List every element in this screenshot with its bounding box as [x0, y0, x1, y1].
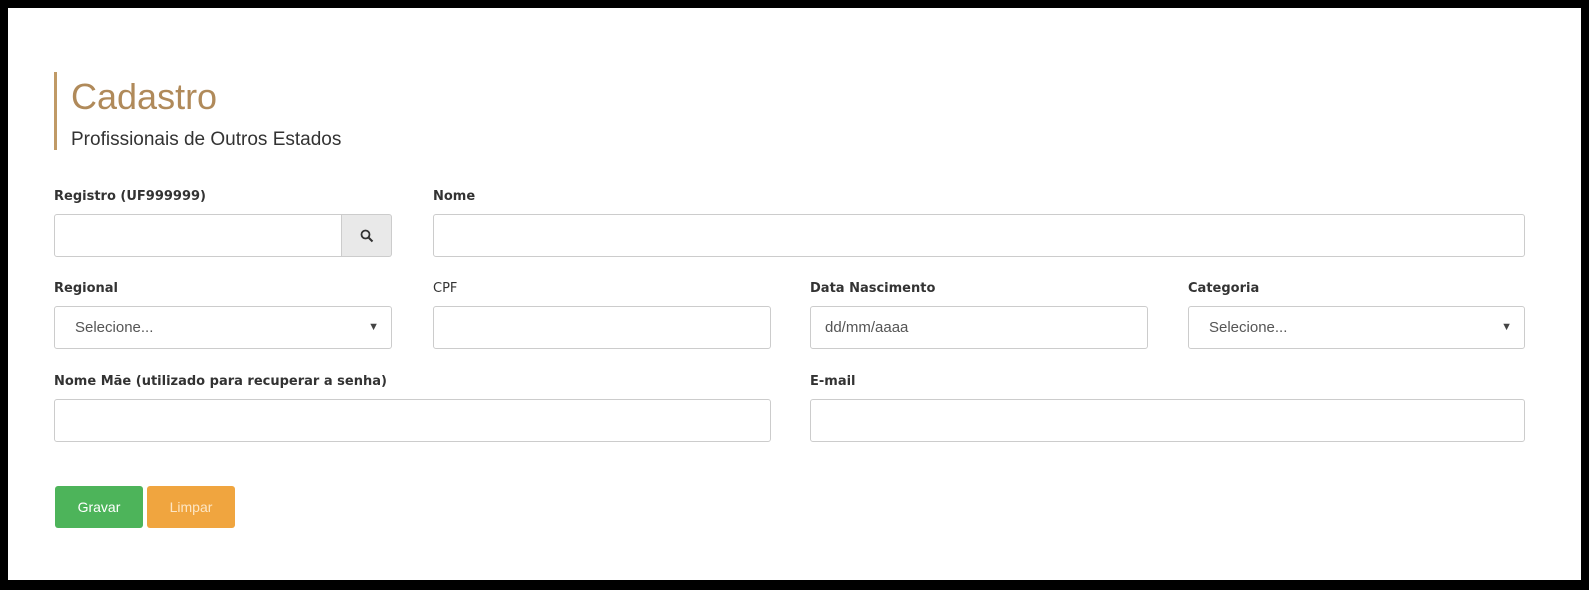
search-icon	[360, 229, 373, 242]
gravar-button[interactable]: Gravar	[55, 486, 143, 528]
categoria-select[interactable]: Selecione... ▼	[1188, 306, 1525, 349]
categoria-label: Categoria	[1188, 281, 1260, 296]
nome-mae-input[interactable]	[54, 399, 771, 442]
page-title: Cadastro	[71, 76, 218, 117]
categoria-selected-value: Selecione...	[1209, 319, 1288, 336]
registro-input[interactable]	[54, 214, 342, 257]
page-subtitle: Profissionais de Outros Estados	[71, 129, 342, 150]
nome-input[interactable]	[433, 214, 1525, 257]
registro-label: Registro (UF999999)	[54, 189, 207, 204]
regional-select[interactable]: Selecione... ▼	[54, 306, 392, 349]
caret-down-icon: ▼	[368, 321, 379, 333]
email-input[interactable]	[810, 399, 1525, 442]
data-nascimento-placeholder: dd/mm/aaaa	[825, 319, 909, 336]
page-header: Cadastro Profissionais de Outros Estados	[54, 72, 341, 150]
regional-label: Regional	[54, 281, 119, 296]
data-nascimento-input[interactable]: dd/mm/aaaa	[810, 306, 1148, 349]
limpar-button[interactable]: Limpar	[147, 486, 235, 528]
form-panel: Cadastro Profissionais de Outros Estados…	[8, 8, 1581, 580]
nome-mae-label: Nome Mãe (utilizado para recuperar a sen…	[54, 374, 387, 389]
email-label: E-mail	[810, 374, 856, 389]
caret-down-icon: ▼	[1501, 321, 1512, 333]
cpf-input[interactable]	[433, 306, 771, 349]
regional-selected-value: Selecione...	[75, 319, 154, 336]
search-button[interactable]	[342, 214, 392, 257]
data-nascimento-label: Data Nascimento	[810, 281, 936, 296]
nome-label: Nome	[433, 189, 476, 204]
cpf-label: CPF	[433, 281, 458, 296]
